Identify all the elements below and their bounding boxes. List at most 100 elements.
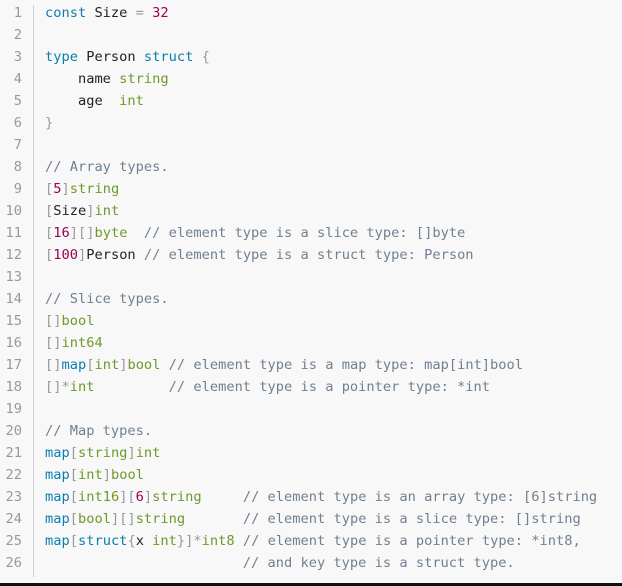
type-token: string [77, 445, 128, 461]
code-line: []int64 [45, 335, 597, 357]
keyword-token: const [45, 5, 87, 21]
punctuation-token: ][ [119, 489, 136, 505]
identifier-token [193, 49, 201, 65]
punctuation-token: ][] [69, 225, 95, 241]
identifier-token: name [45, 71, 120, 87]
keyword-token: map [45, 445, 70, 461]
punctuation-token: = [135, 5, 144, 21]
line-number: 8 [13, 159, 22, 175]
keyword-token: map [45, 467, 70, 483]
identifier-token [144, 5, 152, 21]
punctuation-token: [ [45, 247, 54, 263]
code-line: // Slice types. [45, 291, 597, 313]
punctuation-token: []* [45, 379, 70, 395]
punctuation-token: [] [45, 335, 62, 351]
type-token: int8 [201, 533, 235, 549]
identifier-token [45, 555, 243, 571]
type-token: bool [77, 511, 111, 527]
type-token: int [94, 357, 120, 373]
identifier-token [94, 379, 168, 395]
line-number: 7 [13, 137, 22, 153]
number-token: 16 [53, 225, 70, 241]
comment-token: // element type is a pointer type: *int8… [242, 533, 581, 549]
keyword-token: type [45, 49, 78, 65]
line-number: 12 [5, 247, 22, 263]
comment-token: // and key type is a struct type. [242, 555, 515, 571]
punctuation-token: }]* [176, 533, 202, 549]
line-number: 6 [13, 115, 22, 131]
code-line: // Map types. [45, 423, 597, 445]
punctuation-token: [ [45, 225, 54, 241]
line-number: 22 [5, 467, 22, 483]
comment-token: // Slice types. [45, 291, 169, 307]
type-token: int [77, 467, 103, 483]
code-line: map[string]int [45, 445, 597, 467]
type-token: int [152, 533, 177, 549]
line-number: 20 [5, 423, 22, 439]
punctuation-token: ] [77, 247, 87, 263]
comment-token: // Map types. [45, 423, 153, 439]
type-token: bool [127, 357, 161, 373]
code-line: map[int]bool [45, 467, 597, 489]
punctuation-token: [ [69, 467, 78, 483]
code-line: [100]Person // element type is a struct … [45, 247, 597, 269]
line-number: 1 [13, 5, 22, 21]
code-line: []map[int]bool // element type is a map … [45, 357, 597, 379]
number-token: 32 [152, 5, 169, 21]
line-number: 2 [13, 27, 22, 43]
line-number: 17 [5, 357, 22, 373]
punctuation-token: { [127, 533, 136, 549]
keyword-token: struct [143, 49, 194, 65]
punctuation-token: [ [45, 203, 54, 219]
type-token: string [152, 489, 202, 505]
code-line: type Person struct { [45, 49, 597, 71]
number-token: 6 [135, 489, 144, 505]
code-line: map[bool][]string // element type is a s… [45, 511, 597, 533]
type-token: int [135, 445, 161, 461]
line-number: 18 [5, 379, 22, 395]
line-number: 21 [5, 445, 22, 461]
keyword-token: map [61, 357, 87, 373]
line-number: 23 [5, 489, 22, 505]
punctuation-token: ] [102, 467, 111, 483]
punctuation-token: [ [69, 445, 78, 461]
identifier-token: Person [86, 247, 136, 263]
line-number: 14 [5, 291, 22, 307]
line-number: 5 [13, 93, 22, 109]
comment-token: // Array types. [45, 159, 169, 175]
punctuation-token: [] [45, 357, 62, 373]
line-number: 24 [5, 511, 22, 527]
code-line: [16][]byte // element type is a slice ty… [45, 225, 597, 247]
punctuation-token: [ [69, 511, 78, 527]
identifier-token [202, 489, 243, 505]
line-number: 3 [13, 49, 22, 65]
punctuation-token: { [201, 49, 210, 65]
type-token: int16 [77, 489, 120, 505]
type-token: bool [110, 467, 144, 483]
identifier-token: Size [86, 5, 136, 21]
type-token: string [135, 511, 186, 527]
keyword-token: map [45, 489, 70, 505]
code-line: age int [45, 93, 597, 115]
type-token: string [69, 181, 120, 197]
line-number: 15 [5, 313, 22, 329]
code-line: } [45, 115, 597, 137]
line-number: 25 [5, 533, 22, 549]
type-token: int [69, 379, 95, 395]
code-area[interactable]: const Size = 32 type Person struct { name… [45, 5, 597, 577]
punctuation-token: [ [69, 533, 78, 549]
punctuation-token: [ [69, 489, 78, 505]
punctuation-token: [] [45, 313, 62, 329]
keyword-token: struct [77, 533, 128, 549]
code-line: name string [45, 71, 597, 93]
line-number: 4 [13, 71, 22, 87]
line-number: 9 [13, 181, 22, 197]
identifier-token: age [45, 93, 120, 109]
code-editor[interactable]: 1 2 3 4 5 6 7 8 9 10 11 12 13 14 15 16 17 18 19 20 21 22 23 24 2… [0, 0, 622, 586]
line-number: 26 [5, 555, 22, 571]
identifier-token: Size [53, 203, 87, 219]
punctuation-token: ] [61, 181, 70, 197]
code-line: // Array types. [45, 159, 597, 181]
